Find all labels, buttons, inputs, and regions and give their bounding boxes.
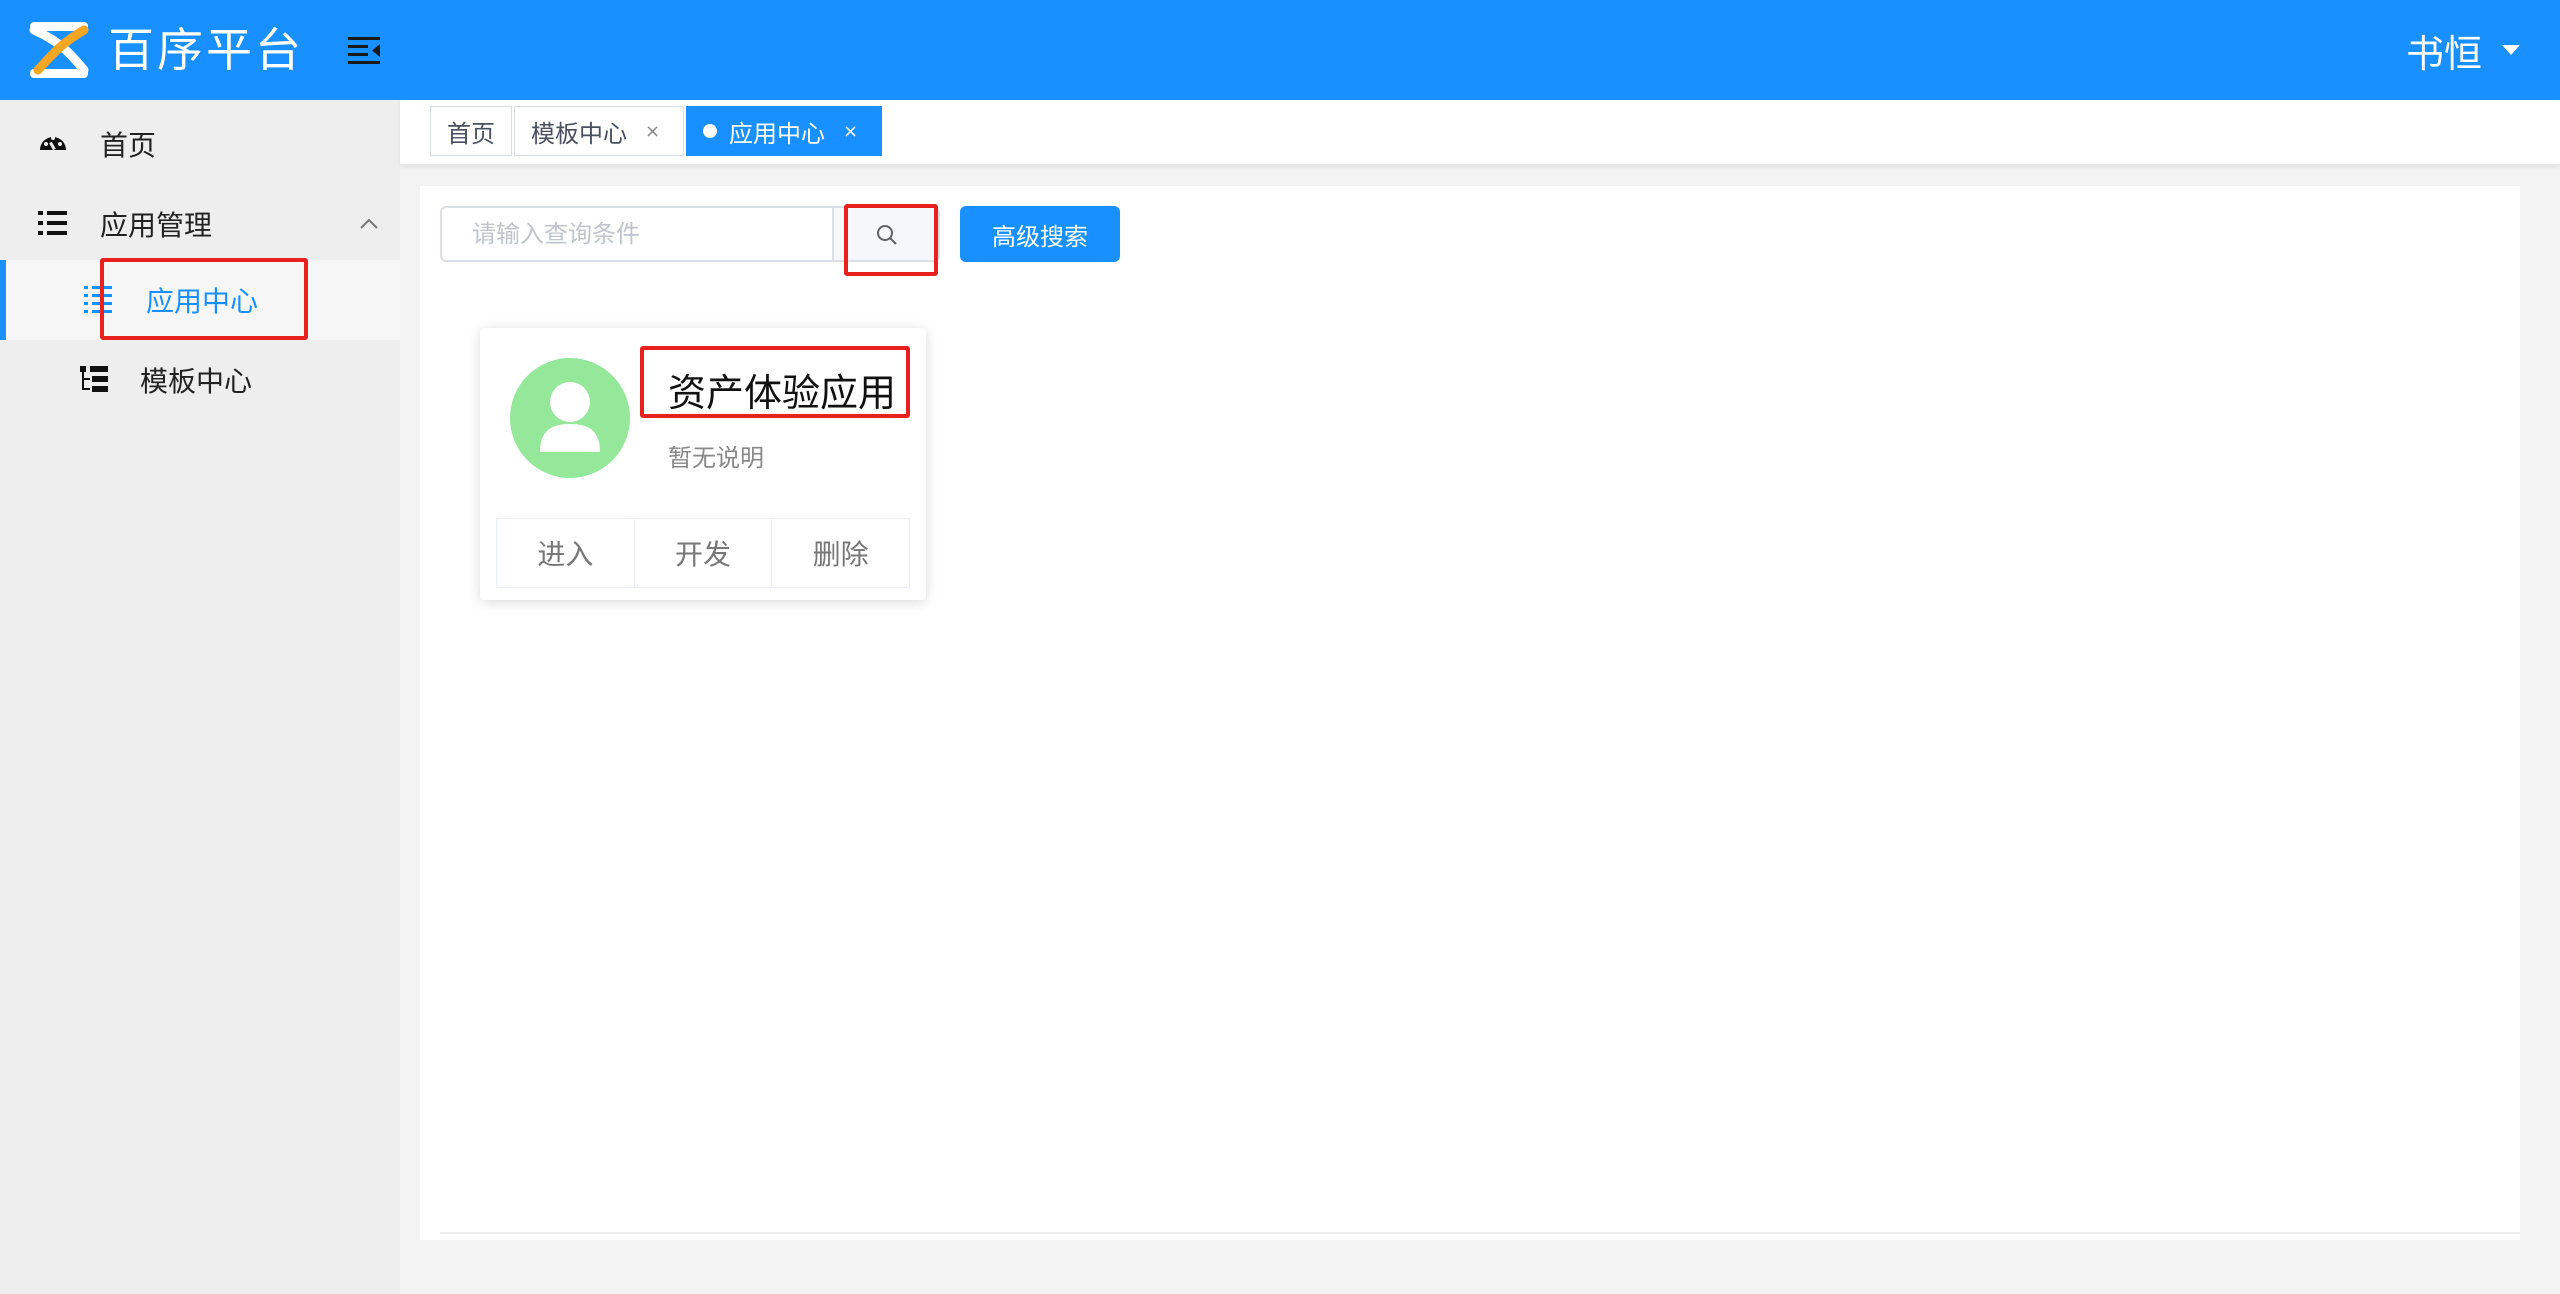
sidebar-item-label: 应用中心	[146, 285, 259, 318]
tab-home[interactable]: 首页	[430, 106, 512, 156]
enter-button[interactable]: 进入	[497, 519, 635, 587]
sidebar-item-app-management[interactable]: 应用管理	[0, 184, 400, 264]
user-icon	[540, 382, 600, 452]
logo-icon	[29, 22, 89, 78]
divider	[440, 1232, 2520, 1234]
search-icon	[877, 225, 897, 245]
top-header: 百序平台 书恒	[0, 0, 2560, 100]
caret-down-icon	[2502, 45, 2520, 55]
list-icon	[38, 211, 67, 235]
app-title: 百序平台	[108, 23, 304, 77]
tab-label: 首页	[447, 119, 495, 148]
avatar	[510, 358, 630, 478]
search-input[interactable]	[440, 206, 832, 262]
app-card: 资产体验应用 暂无说明 进入 开发 删除	[480, 328, 926, 600]
card-actions: 进入 开发 删除	[496, 518, 910, 588]
sidebar-item-label: 模板中心	[140, 365, 253, 398]
menu-fold-icon[interactable]	[348, 34, 382, 66]
search-button[interactable]	[832, 206, 940, 262]
active-dot-icon	[703, 124, 717, 138]
tags-view: 首页 模板中心 × 应用中心 ×	[400, 100, 2560, 166]
sidebar-item-label: 应用管理	[100, 209, 213, 242]
sidebar-item-home[interactable]: 首页	[0, 104, 400, 184]
dashboard-icon	[40, 136, 66, 151]
tree-table-icon	[80, 366, 108, 392]
app-description: 暂无说明	[668, 444, 764, 472]
sidebar-item-app-center[interactable]: 应用中心	[0, 260, 400, 340]
advanced-search-button[interactable]: 高级搜索	[960, 206, 1120, 262]
user-name: 书恒	[2405, 31, 2482, 76]
list-dots-icon	[84, 286, 112, 313]
sidebar-item-label: 首页	[100, 129, 157, 162]
active-indicator	[0, 260, 6, 340]
delete-button[interactable]: 删除	[772, 519, 909, 587]
user-menu[interactable]: 书恒	[2406, 22, 2520, 78]
close-icon[interactable]: ×	[645, 121, 660, 142]
close-icon[interactable]: ×	[843, 121, 858, 142]
tab-template-center[interactable]: 模板中心 ×	[514, 106, 684, 156]
develop-button[interactable]: 开发	[635, 519, 773, 587]
sidebar-item-template-center[interactable]: 模板中心	[0, 340, 400, 420]
tab-app-center[interactable]: 应用中心 ×	[686, 106, 882, 156]
tab-label: 应用中心	[729, 119, 825, 148]
sidebar: 首页 应用管理 应用中心 模板中心	[0, 100, 400, 1294]
tab-label: 模板中心	[531, 119, 627, 148]
app-title-label: 资产体验应用	[668, 371, 897, 415]
chevron-up-icon	[360, 218, 378, 229]
